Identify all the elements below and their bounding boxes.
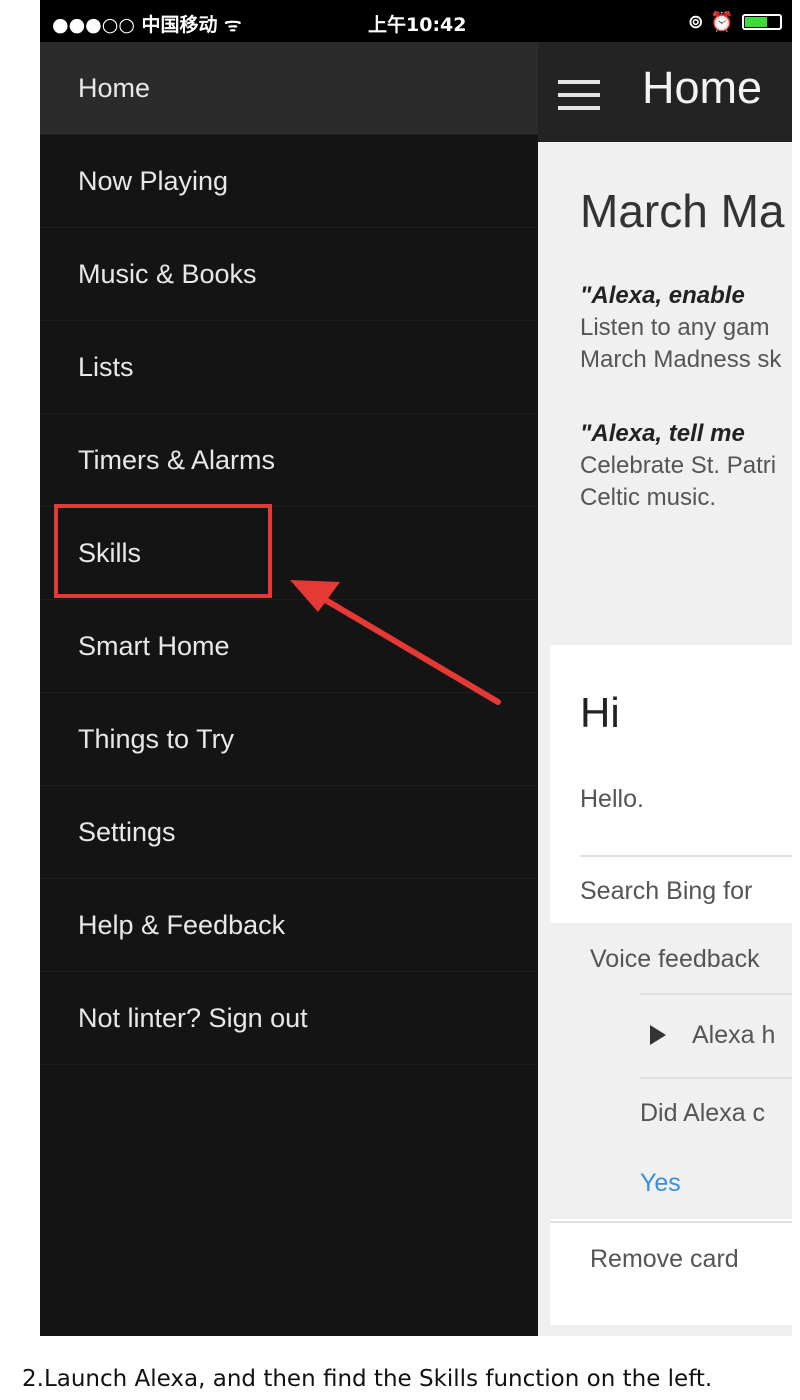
card-description-line: Listen to any gam xyxy=(580,314,770,341)
card-quote: "Alexa, enable xyxy=(580,282,745,309)
yes-button[interactable]: Yes xyxy=(640,1169,681,1198)
menu-item-timers-alarms[interactable]: Timers & Alarms xyxy=(40,414,538,507)
card-title: March Ma xyxy=(580,185,785,237)
carrier-signal: ●●●○○ 中国移动 ᯤ xyxy=(52,14,242,36)
menu-item-now-playing[interactable]: Now Playing xyxy=(40,135,538,228)
dialog-card: Hi Hello. Search Bing for Voice feedback… xyxy=(550,645,792,1325)
phone-screen: ●●●○○ 中国移动 ᯤ 上午10:42 ⊚ ⏰ Home Now Playin… xyxy=(40,0,792,1336)
alarm-icon: ⊚ ⏰ xyxy=(687,11,734,33)
home-content: Home March Ma "Alexa, enable Listen to a… xyxy=(538,42,792,1336)
menu-item-sign-out[interactable]: Not linter? Sign out xyxy=(40,972,538,1065)
page-title: Home xyxy=(642,62,763,113)
voice-feedback-section: Voice feedback Alexa h Did Alexa c Yes xyxy=(550,923,792,1219)
status-icons: ⊚ ⏰ xyxy=(688,10,782,33)
play-icon[interactable] xyxy=(650,1025,666,1045)
menu-item-settings[interactable]: Settings xyxy=(40,786,538,879)
menu-item-things-to-try[interactable]: Things to Try xyxy=(40,693,538,786)
card-description-line: Celebrate St. Patri xyxy=(580,452,777,479)
menu-item-lists[interactable]: Lists xyxy=(40,321,538,414)
remove-card-button[interactable]: Remove card xyxy=(590,1245,739,1274)
app-bar: Home xyxy=(538,42,792,142)
divider xyxy=(580,855,792,857)
voice-feedback-label: Voice feedback xyxy=(590,945,760,973)
menu-item-music-books[interactable]: Music & Books xyxy=(40,228,538,321)
menu-item-smart-home[interactable]: Smart Home xyxy=(40,600,538,693)
card-description-line: March Madness sk xyxy=(580,346,782,373)
status-time: 上午10:42 xyxy=(368,14,467,36)
divider xyxy=(640,993,792,995)
divider xyxy=(550,1221,792,1223)
card-body-text: Hello. xyxy=(580,785,644,813)
feedback-question: Did Alexa c xyxy=(640,1099,766,1127)
card-description-line: Celtic music. xyxy=(580,484,717,511)
menu-item-home[interactable]: Home xyxy=(40,42,538,135)
status-bar: ●●●○○ 中国移动 ᯤ 上午10:42 ⊚ ⏰ xyxy=(40,0,792,42)
card-heading: Hi xyxy=(580,689,620,736)
navigation-drawer: Home Now Playing Music & Books Lists Tim… xyxy=(40,42,538,1336)
search-bing-link[interactable]: Search Bing for xyxy=(580,877,752,906)
menu-item-help-feedback[interactable]: Help & Feedback xyxy=(40,879,538,972)
skills-highlight-box xyxy=(54,504,272,598)
caption-text: 2.Launch Alexa, and then find the Skills… xyxy=(22,1366,713,1392)
card-quote: "Alexa, tell me xyxy=(580,420,745,447)
alexa-heard-label[interactable]: Alexa h xyxy=(692,1021,775,1050)
divider xyxy=(640,1077,792,1079)
hamburger-menu-icon[interactable] xyxy=(558,80,600,110)
battery-icon xyxy=(742,13,782,30)
